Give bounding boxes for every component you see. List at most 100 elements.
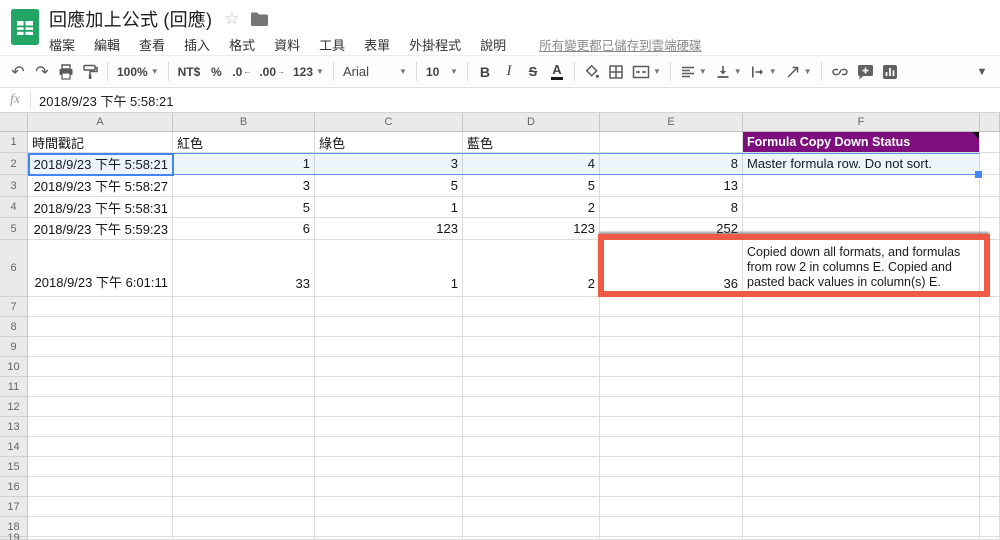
cell-F4[interactable] bbox=[743, 197, 980, 218]
column-header-F[interactable]: F bbox=[743, 113, 980, 132]
currency-format-button[interactable]: NT$ bbox=[174, 60, 205, 84]
cell-D6[interactable]: 2 bbox=[463, 240, 600, 297]
cell-F13[interactable] bbox=[743, 417, 980, 437]
cell-C4[interactable]: 1 bbox=[315, 197, 463, 218]
column-header-B[interactable]: B bbox=[173, 113, 315, 132]
column-header-G[interactable] bbox=[980, 113, 1000, 132]
merge-cells-button[interactable]: ▼ bbox=[628, 60, 665, 84]
cell-A11[interactable] bbox=[28, 377, 173, 397]
cell-D17[interactable] bbox=[463, 497, 600, 517]
row-header-11[interactable]: 11 bbox=[0, 377, 28, 397]
row-header-6[interactable]: 6 bbox=[0, 240, 28, 297]
cell-D15[interactable] bbox=[463, 457, 600, 477]
cell-D1[interactable]: 藍色 bbox=[463, 132, 600, 153]
cell-C3[interactable]: 5 bbox=[315, 175, 463, 197]
cell-E10[interactable] bbox=[600, 357, 743, 377]
cell-G16[interactable] bbox=[980, 477, 1000, 497]
row-header-5[interactable]: 5 bbox=[0, 218, 28, 240]
cell-F15[interactable] bbox=[743, 457, 980, 477]
sheets-logo-icon[interactable] bbox=[11, 9, 39, 45]
cell-A7[interactable] bbox=[28, 297, 173, 317]
row-header-7[interactable]: 7 bbox=[0, 297, 28, 317]
cell-G5[interactable] bbox=[980, 218, 1000, 240]
cell-C15[interactable] bbox=[315, 457, 463, 477]
row-header-12[interactable]: 12 bbox=[0, 397, 28, 417]
cell-B3[interactable]: 3 bbox=[173, 175, 315, 197]
column-header-A[interactable]: A bbox=[28, 113, 173, 132]
cell-E4[interactable]: 8 bbox=[600, 197, 743, 218]
cell-B14[interactable] bbox=[173, 437, 315, 457]
cell-G15[interactable] bbox=[980, 457, 1000, 477]
cell-F11[interactable] bbox=[743, 377, 980, 397]
cell-B6[interactable]: 33 bbox=[173, 240, 315, 297]
decrease-decimal-button[interactable]: .0 ← bbox=[228, 60, 255, 84]
cell-F3[interactable] bbox=[743, 175, 980, 197]
paint-format-button[interactable] bbox=[78, 60, 102, 84]
cell-B15[interactable] bbox=[173, 457, 315, 477]
cell-C1[interactable]: 綠色 bbox=[315, 132, 463, 153]
cell-C9[interactable] bbox=[315, 337, 463, 357]
cell-A5[interactable]: 2018/9/23 下午 5:59:23 bbox=[28, 218, 173, 240]
cell-B2[interactable]: 1 bbox=[173, 153, 315, 175]
row-header-15[interactable]: 15 bbox=[0, 457, 28, 477]
menu-file[interactable]: 檔案 bbox=[49, 35, 75, 54]
cell-C14[interactable] bbox=[315, 437, 463, 457]
percent-format-button[interactable]: % bbox=[204, 60, 228, 84]
cell-D10[interactable] bbox=[463, 357, 600, 377]
cell-F2[interactable]: Master formula row. Do not sort. bbox=[743, 153, 980, 175]
cell-E12[interactable] bbox=[600, 397, 743, 417]
cell-F17[interactable] bbox=[743, 497, 980, 517]
cell-E13[interactable] bbox=[600, 417, 743, 437]
row-header-14[interactable]: 14 bbox=[0, 437, 28, 457]
text-rotation-button[interactable]: ▼ bbox=[781, 60, 816, 84]
cell-A15[interactable] bbox=[28, 457, 173, 477]
cell-G8[interactable] bbox=[980, 317, 1000, 337]
cell-D13[interactable] bbox=[463, 417, 600, 437]
cell-B10[interactable] bbox=[173, 357, 315, 377]
menu-view[interactable]: 查看 bbox=[139, 35, 165, 54]
cell-F9[interactable] bbox=[743, 337, 980, 357]
cell-E18[interactable] bbox=[600, 517, 743, 537]
document-title[interactable]: 回應加上公式 (回應) bbox=[49, 6, 212, 32]
horizontal-align-button[interactable]: ▼ bbox=[676, 60, 711, 84]
select-all-corner[interactable] bbox=[0, 113, 28, 132]
column-header-D[interactable]: D bbox=[463, 113, 600, 132]
cell-A18[interactable] bbox=[28, 517, 173, 537]
cell-F1[interactable]: Formula Copy Down Status bbox=[743, 132, 980, 153]
cell-A6[interactable]: 2018/9/23 下午 6:01:11 bbox=[28, 240, 173, 297]
row-header-13[interactable]: 13 bbox=[0, 417, 28, 437]
fill-handle[interactable] bbox=[975, 171, 982, 178]
cell-F14[interactable] bbox=[743, 437, 980, 457]
cell-D7[interactable] bbox=[463, 297, 600, 317]
cell-C12[interactable] bbox=[315, 397, 463, 417]
bold-button[interactable]: B bbox=[473, 60, 497, 84]
cell-B5[interactable]: 6 bbox=[173, 218, 315, 240]
star-icon[interactable]: ☆ bbox=[224, 9, 239, 29]
font-size-select[interactable]: 10 ▼ bbox=[422, 60, 462, 84]
increase-decimal-button[interactable]: .00 → bbox=[255, 60, 289, 84]
cell-F7[interactable] bbox=[743, 297, 980, 317]
row-header-1[interactable]: 1 bbox=[0, 132, 28, 153]
cell-C6[interactable]: 1 bbox=[315, 240, 463, 297]
menu-tools[interactable]: 工具 bbox=[319, 35, 345, 54]
cell-A2[interactable]: 2018/9/23 下午 5:58:21 bbox=[28, 153, 173, 175]
row-header-9[interactable]: 9 bbox=[0, 337, 28, 357]
cell-G6[interactable] bbox=[980, 240, 1000, 297]
insert-comment-button[interactable] bbox=[853, 60, 878, 84]
cell-E1[interactable] bbox=[600, 132, 743, 153]
cell-E15[interactable] bbox=[600, 457, 743, 477]
menu-data[interactable]: 資料 bbox=[274, 35, 300, 54]
row-header-16[interactable]: 16 bbox=[0, 477, 28, 497]
cell-D11[interactable] bbox=[463, 377, 600, 397]
cell-B17[interactable] bbox=[173, 497, 315, 517]
folder-icon[interactable] bbox=[251, 12, 269, 26]
cell-E7[interactable] bbox=[600, 297, 743, 317]
cell-G11[interactable] bbox=[980, 377, 1000, 397]
menu-insert[interactable]: 插入 bbox=[184, 35, 210, 54]
cell-G10[interactable] bbox=[980, 357, 1000, 377]
cell-G17[interactable] bbox=[980, 497, 1000, 517]
menu-addons[interactable]: 外掛程式 bbox=[409, 35, 461, 54]
cell-D5[interactable]: 123 bbox=[463, 218, 600, 240]
cell-B12[interactable] bbox=[173, 397, 315, 417]
cell-D9[interactable] bbox=[463, 337, 600, 357]
